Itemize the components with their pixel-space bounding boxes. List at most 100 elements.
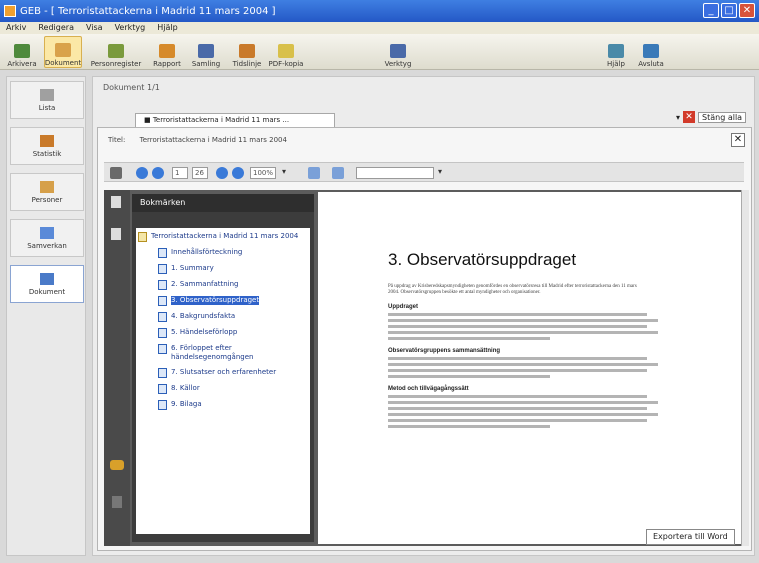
main-toolbar: Arkivera Dokument Personregister Rapport Sam… xyxy=(0,34,759,70)
minimize-button[interactable]: _ xyxy=(703,3,719,18)
toolbar-button[interactable]: Tidslinje xyxy=(228,36,266,68)
menu-item[interactable]: Arkiv xyxy=(6,22,26,34)
bookmarks-panel-icon[interactable] xyxy=(111,228,121,240)
fit-width-icon[interactable] xyxy=(332,167,344,179)
toolbar-button[interactable]: Arkivera xyxy=(6,36,38,68)
bookmark-item[interactable]: 7. Slutsatser och erfarenheter xyxy=(138,368,308,378)
zoom-in-icon[interactable] xyxy=(232,167,244,179)
bookmark-icon xyxy=(158,248,167,258)
toolbar-button[interactable]: Avsluta xyxy=(636,36,666,68)
bookmark-label: Terroristattackerna i Madrid 11 mars 200… xyxy=(151,232,299,240)
toolbar-button[interactable]: Personregister xyxy=(90,36,142,68)
bookmarks-header: Bokmärken xyxy=(132,194,314,212)
section-title: Observatörsgruppens sammansättning xyxy=(388,348,501,354)
pdf-search-input[interactable] xyxy=(356,167,434,179)
zoom-dropdown-icon[interactable]: ▾ xyxy=(282,167,290,179)
bookmark-icon xyxy=(158,264,167,274)
bookmark-item[interactable]: Terroristattackerna i Madrid 11 mars 200… xyxy=(138,232,308,242)
toolbar-icon xyxy=(643,44,659,58)
print-icon[interactable] xyxy=(110,167,122,179)
text-line xyxy=(388,319,658,322)
bookmark-item[interactable]: Innehållsförteckning xyxy=(138,248,308,258)
bookmarks-list: Terroristattackerna i Madrid 11 mars 200… xyxy=(136,228,310,534)
nav-item[interactable]: Dokument xyxy=(10,265,84,303)
bookmark-label: 8. Källor xyxy=(171,384,200,392)
bookmark-item[interactable]: 6. Förloppet efter händelsegenomgången xyxy=(138,344,308,362)
bookmark-item[interactable]: 3. Observatörsuppdraget xyxy=(138,296,308,306)
pages-panel-icon[interactable] xyxy=(111,196,121,208)
toolbar-button[interactable]: Rapport xyxy=(150,36,184,68)
attachments-icon[interactable] xyxy=(110,460,124,470)
bookmark-item[interactable]: 2. Sammanfattning xyxy=(138,280,308,290)
bookmark-item[interactable]: 5. Händelseförlopp xyxy=(138,328,308,338)
text-line xyxy=(388,357,648,360)
text-line xyxy=(388,407,648,410)
nav-icon xyxy=(40,180,54,193)
pdf-viewer: Bokmärken Terroristattackerna i Madrid 1… xyxy=(104,190,749,546)
text-line xyxy=(388,363,658,366)
text-line xyxy=(388,401,658,404)
nav-item[interactable]: Personer xyxy=(10,173,84,211)
close-all-button[interactable]: ▾ ✕ Stäng alla xyxy=(676,111,747,123)
toolbar-button[interactable]: Samling xyxy=(188,36,224,68)
bookmark-label: 1. Summary xyxy=(171,264,214,272)
text-line xyxy=(388,425,550,428)
prev-page-icon[interactable] xyxy=(136,167,148,179)
text-line xyxy=(388,419,648,422)
bookmark-label: 9. Bilaga xyxy=(171,400,202,408)
nav-item[interactable]: Lista xyxy=(10,81,84,119)
page-total: 26 xyxy=(192,167,208,179)
nav-item[interactable]: Statistik xyxy=(10,127,84,165)
bookmark-icon xyxy=(158,344,167,354)
bookmark-label: 2. Sammanfattning xyxy=(171,280,239,288)
close-window-button[interactable]: ✕ xyxy=(739,3,755,18)
menu-item[interactable]: Visa xyxy=(86,22,103,34)
text-line xyxy=(388,313,648,316)
toolbar-button[interactable]: Hjälp xyxy=(602,36,630,68)
nav-label: Statistik xyxy=(32,149,62,158)
zoom-out-icon[interactable] xyxy=(216,167,228,179)
tab-label: Terroristattackerna i Madrid 11 mars ... xyxy=(152,116,290,124)
nav-item[interactable]: Samverkan xyxy=(10,219,84,257)
toolbar-label: Samling xyxy=(191,60,221,68)
menu-item[interactable]: Hjälp xyxy=(157,22,177,34)
text-line xyxy=(388,337,550,340)
vertical-scrollbar[interactable] xyxy=(741,190,749,546)
search-dropdown-icon[interactable]: ▾ xyxy=(438,167,446,179)
bookmark-item[interactable]: 4. Bakgrundsfakta xyxy=(138,312,308,322)
bookmark-label: 7. Slutsatser och erfarenheter xyxy=(171,368,277,376)
bookmark-label: 4. Bakgrundsfakta xyxy=(171,312,236,320)
export-word-button[interactable]: Exportera till Word xyxy=(646,529,735,545)
section-body xyxy=(388,357,658,378)
tab-doc-icon: ■ xyxy=(144,116,153,124)
nav-icon xyxy=(40,88,54,101)
toolbar-label: Avsluta xyxy=(638,60,664,68)
next-page-icon[interactable] xyxy=(152,167,164,179)
nav-label: Samverkan xyxy=(27,241,67,250)
fit-page-icon[interactable] xyxy=(308,167,320,179)
menu-item[interactable]: Redigera xyxy=(38,22,74,34)
section-title: Metod och tillvägagångssätt xyxy=(388,386,469,392)
toolbar-label: Arkivera xyxy=(7,60,37,68)
bookmark-icon xyxy=(158,296,167,306)
toolbar-icon xyxy=(608,44,624,58)
page-number-input[interactable]: 1 xyxy=(172,167,188,179)
toolbar-button[interactable]: Dokument xyxy=(44,36,82,68)
maximize-button[interactable]: □ xyxy=(721,3,737,18)
text-line xyxy=(388,325,648,328)
toolbar-button[interactable]: Verktyg xyxy=(380,36,416,68)
zoom-input[interactable]: 100% xyxy=(250,167,276,179)
document-tab[interactable]: ■ Terroristattackerna i Madrid 11 mars .… xyxy=(135,113,335,127)
bookmark-item[interactable]: 1. Summary xyxy=(138,264,308,274)
toolbar-icon xyxy=(108,44,124,58)
window-title: GEB - [ Terroristattackerna i Madrid 11 … xyxy=(20,5,276,17)
toolbar-button[interactable]: PDF-kopia xyxy=(268,36,304,68)
signatures-icon[interactable] xyxy=(112,496,122,508)
toolbar-icon xyxy=(239,44,255,58)
toolbar-icon xyxy=(14,44,30,58)
close-document-button[interactable]: ✕ xyxy=(731,133,745,147)
menu-item[interactable]: Verktyg xyxy=(115,22,146,34)
bookmark-item[interactable]: 9. Bilaga xyxy=(138,400,308,410)
page-heading: 3. Observatörsuppdraget xyxy=(388,250,577,269)
bookmark-item[interactable]: 8. Källor xyxy=(138,384,308,394)
